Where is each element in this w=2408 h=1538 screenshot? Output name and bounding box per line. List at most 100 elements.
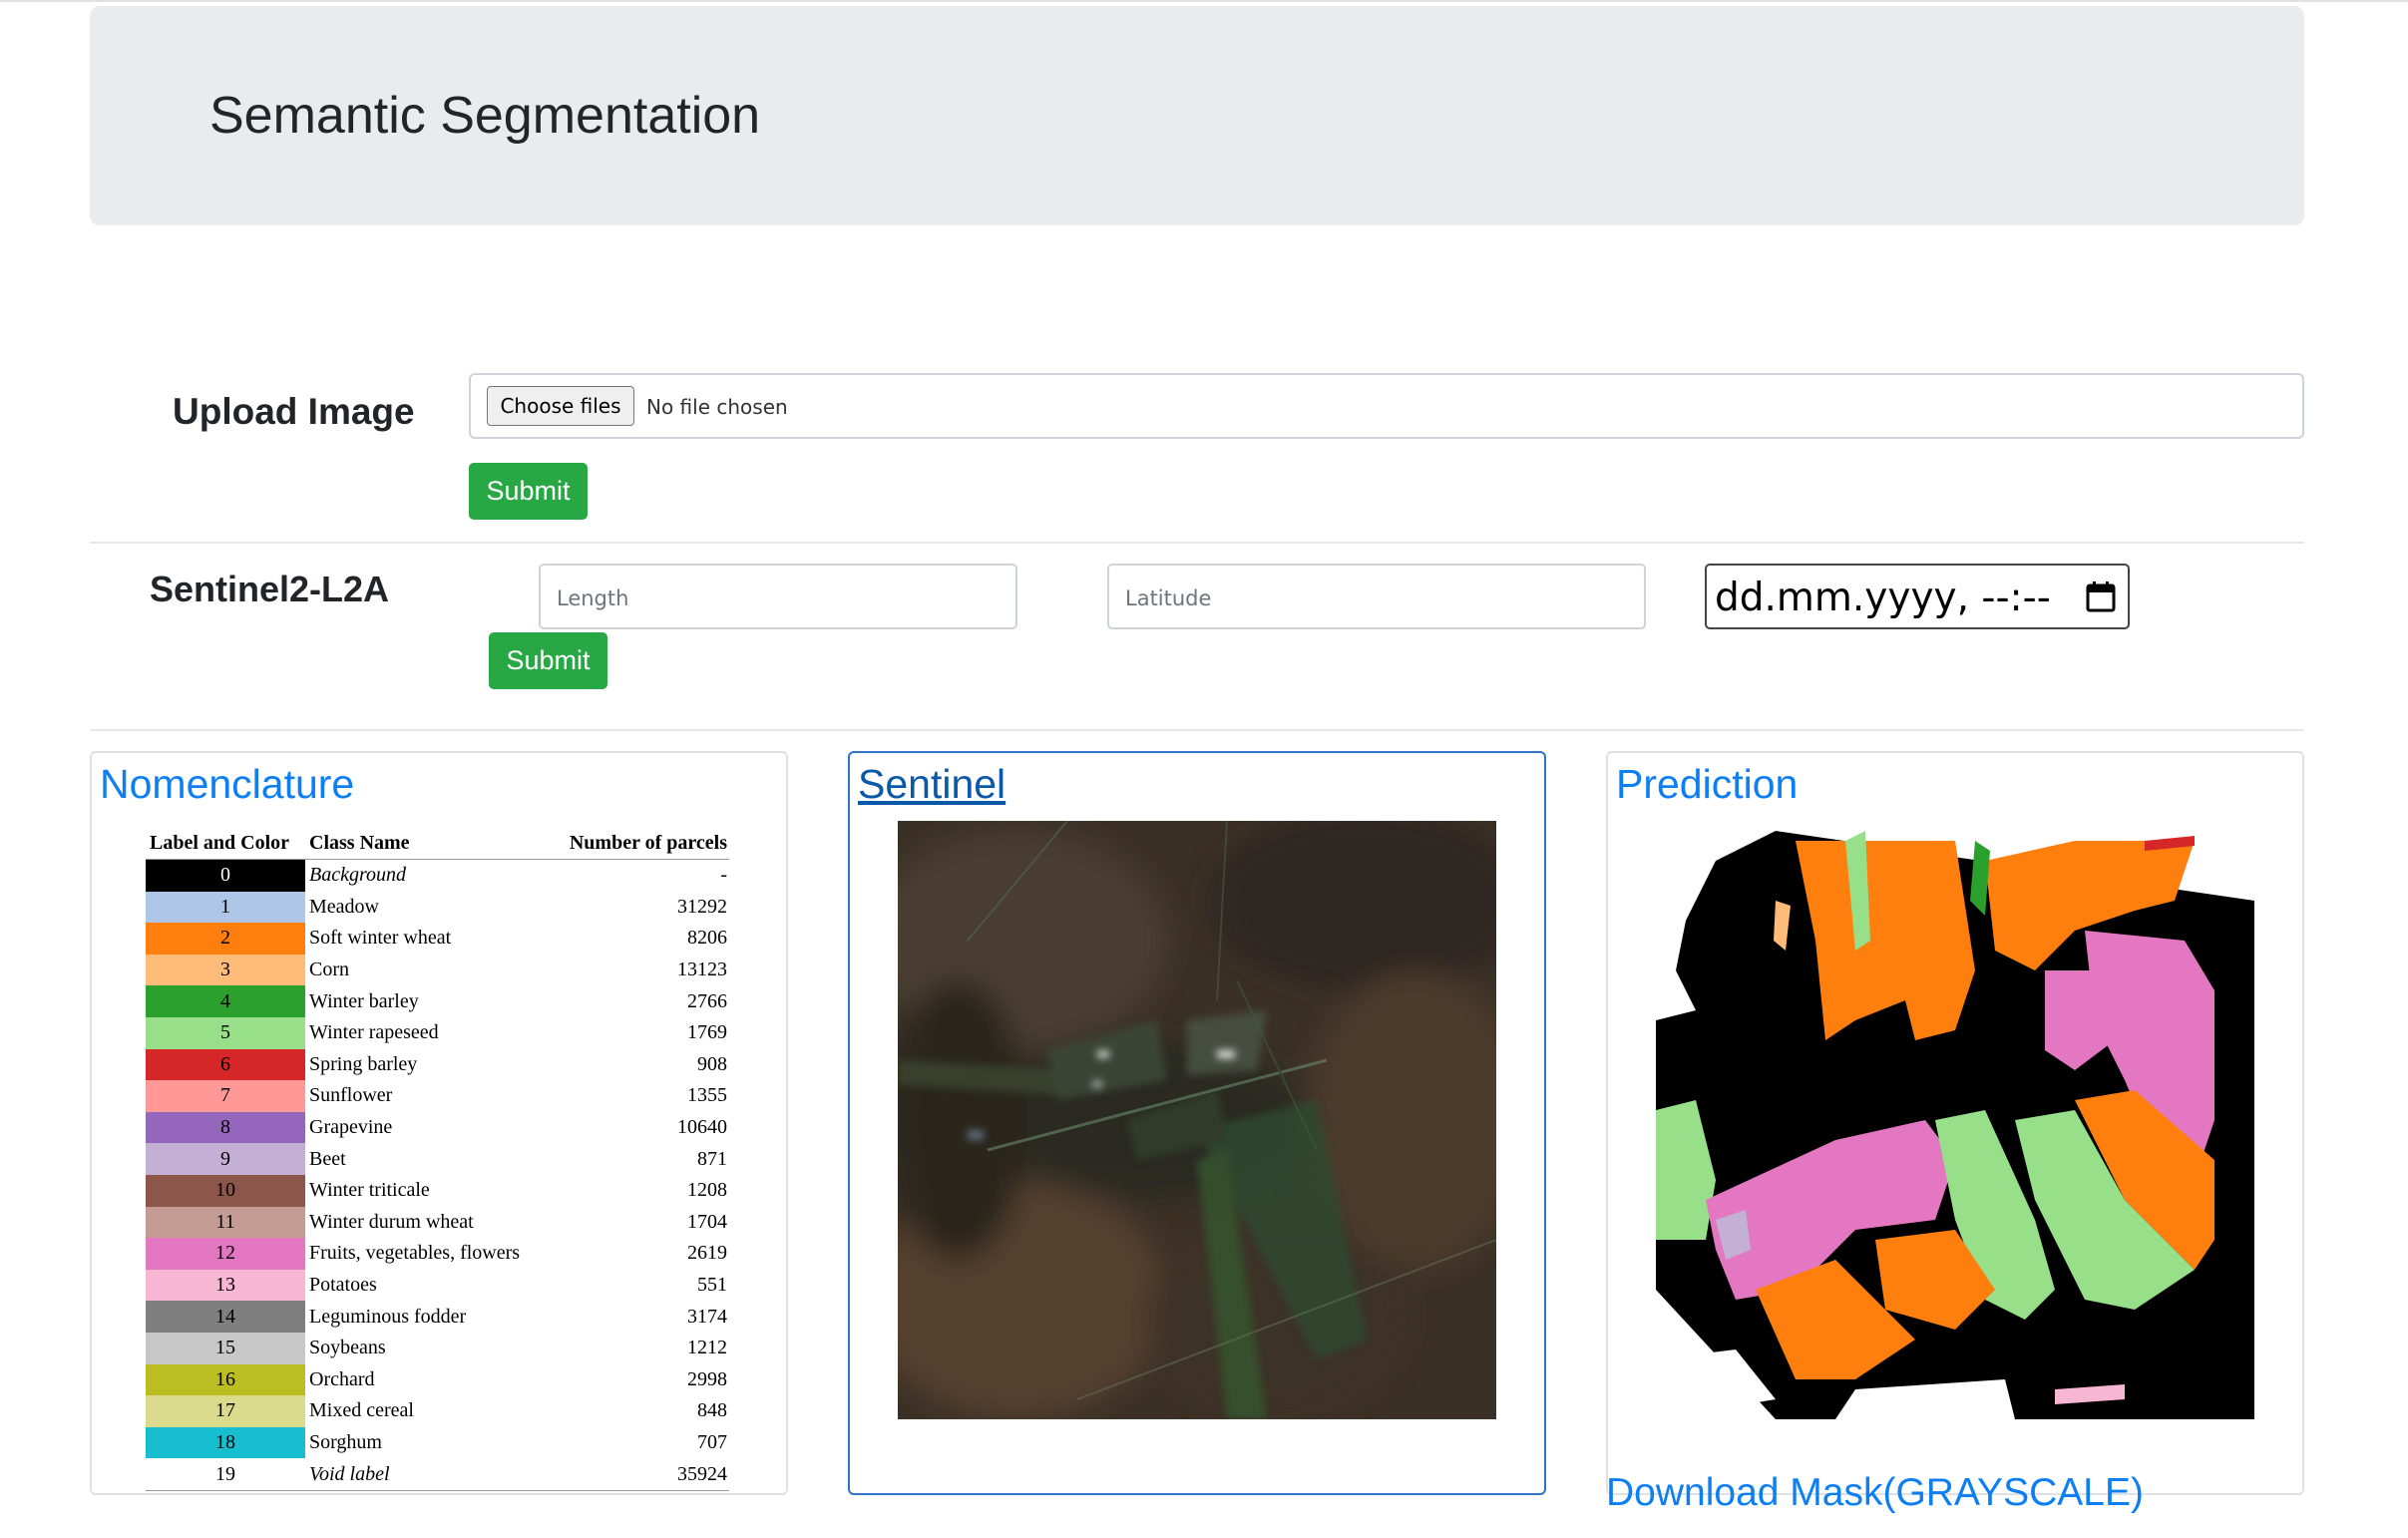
table-row: 12 Fruits, vegetables, flowers 2619 xyxy=(146,1238,729,1270)
parcel-count-cell: 1769 xyxy=(687,1021,727,1044)
label-color-swatch: 17 xyxy=(146,1395,305,1427)
length-input[interactable]: Length xyxy=(539,564,1017,629)
class-name-cell: Winter rapeseed xyxy=(309,1021,439,1044)
sentinel-submit-button[interactable]: Submit xyxy=(489,632,607,689)
upload-image-label: Upload Image xyxy=(173,391,415,432)
choose-files-button[interactable]: Choose files xyxy=(487,386,634,426)
sentinel-satellite-image xyxy=(898,821,1496,1419)
divider xyxy=(90,542,2304,544)
label-color-swatch: 12 xyxy=(146,1238,305,1270)
parcel-count-cell: 31292 xyxy=(677,895,727,918)
class-name-cell: Soft winter wheat xyxy=(309,927,452,950)
column-header: Class Name xyxy=(305,829,547,860)
class-name-cell: Corn xyxy=(309,959,349,981)
upload-submit-button[interactable]: Submit xyxy=(469,463,588,520)
nomenclature-card: Nomenclature Label and Color Class Name … xyxy=(90,751,788,1495)
class-name-cell: Winter barley xyxy=(309,989,419,1012)
label-color-swatch: 8 xyxy=(146,1111,305,1144)
class-name-cell: Sorghum xyxy=(309,1430,382,1453)
label-color-swatch: 9 xyxy=(146,1143,305,1175)
label-color-swatch: 14 xyxy=(146,1301,305,1333)
table-row: 11 Winter durum wheat 1704 xyxy=(146,1206,729,1239)
parcel-count-cell: 1355 xyxy=(687,1084,727,1107)
parcel-count-cell: 848 xyxy=(697,1399,727,1422)
parcel-count-cell: 871 xyxy=(697,1147,727,1170)
label-color-swatch: 1 xyxy=(146,891,305,924)
label-color-swatch: 5 xyxy=(146,1016,305,1049)
prediction-title: Prediction xyxy=(1616,761,1799,807)
sentinel-label: Sentinel2-L2A xyxy=(150,569,390,609)
nomenclature-title: Nomenclature xyxy=(100,761,355,807)
table-row: 9 Beet 871 xyxy=(146,1143,729,1175)
class-name-cell: Winter triticale xyxy=(309,1179,430,1202)
label-color-swatch: 13 xyxy=(146,1269,305,1302)
parcel-count-cell: 908 xyxy=(697,1052,727,1075)
label-color-swatch: 18 xyxy=(146,1426,305,1459)
table-row: 8 Grapevine 10640 xyxy=(146,1111,729,1144)
parcel-count-cell: 1208 xyxy=(687,1179,727,1202)
header-jumbotron: Semantic Segmentation xyxy=(90,6,2304,225)
class-name-cell: Orchard xyxy=(309,1367,375,1390)
table-row: 2 Soft winter wheat 8206 xyxy=(146,923,729,955)
parcel-count-cell: 10640 xyxy=(677,1116,727,1139)
table-row: 1 Meadow 31292 xyxy=(146,891,729,924)
parcel-count-cell: 2619 xyxy=(687,1242,727,1265)
calendar-icon[interactable] xyxy=(2086,580,2116,612)
table-header-row: Label and Color Class Name Number of par… xyxy=(146,829,729,860)
label-color-swatch: 16 xyxy=(146,1363,305,1396)
prediction-card: Prediction xyxy=(1606,751,2304,1495)
table-row: 7 Sunflower 1355 xyxy=(146,1080,729,1112)
file-input[interactable]: Choose files No file chosen xyxy=(469,373,2304,439)
label-color-swatch: 2 xyxy=(146,923,305,955)
label-color-swatch: 19 xyxy=(146,1458,305,1491)
label-color-swatch: 7 xyxy=(146,1080,305,1112)
table-row: 16 Orchard 2998 xyxy=(146,1363,729,1396)
class-name-cell: Void label xyxy=(305,1458,547,1491)
datetime-input[interactable]: dd.mm.yyyy, --:-- xyxy=(1705,564,2130,629)
label-color-swatch: 10 xyxy=(146,1174,305,1207)
parcel-count-cell: 2998 xyxy=(687,1367,727,1390)
class-name-cell: Leguminous fodder xyxy=(309,1305,467,1328)
datetime-value: dd.mm.yyyy, --:-- xyxy=(1715,576,2051,620)
column-header: Number of parcels xyxy=(546,829,729,860)
label-color-swatch: 15 xyxy=(146,1332,305,1364)
parcel-count-cell: 1704 xyxy=(687,1210,727,1233)
sentinel-card: Sentinel xyxy=(848,751,1546,1495)
table-row: 4 Winter barley 2766 xyxy=(146,985,729,1017)
parcel-count-cell: 8206 xyxy=(687,927,727,950)
length-placeholder: Length xyxy=(557,586,629,610)
parcel-count-cell: 551 xyxy=(697,1274,727,1297)
label-color-swatch: 0 xyxy=(146,859,305,892)
parcel-count-cell: 35924 xyxy=(546,1458,729,1491)
class-name-cell: Background xyxy=(309,864,407,887)
table-row: 3 Corn 13123 xyxy=(146,954,729,986)
latitude-placeholder: Latitude xyxy=(1125,586,1212,610)
class-name-cell: Sunflower xyxy=(309,1084,393,1107)
table-row: 18 Sorghum 707 xyxy=(146,1426,729,1459)
latitude-input[interactable]: Latitude xyxy=(1107,564,1646,629)
table-row: 13 Potatoes 551 xyxy=(146,1269,729,1302)
parcel-count-cell: - xyxy=(720,864,727,887)
class-name-cell: Winter durum wheat xyxy=(309,1210,474,1233)
class-name-cell: Grapevine xyxy=(309,1116,393,1139)
table-row: 6 Spring barley 908 xyxy=(146,1048,729,1081)
parcel-count-cell: 3174 xyxy=(687,1305,727,1328)
prediction-mask-image xyxy=(1656,821,2254,1419)
sentinel-title-link[interactable]: Sentinel xyxy=(858,761,1005,808)
column-header: Label and Color xyxy=(146,829,305,860)
page-title: Semantic Segmentation xyxy=(209,87,761,145)
file-status-text: No file chosen xyxy=(646,395,788,419)
table-row: 10 Winter triticale 1208 xyxy=(146,1174,729,1207)
divider xyxy=(90,729,2304,731)
table-row: 0 Background - xyxy=(146,859,729,892)
label-color-swatch: 4 xyxy=(146,985,305,1017)
class-name-cell: Mixed cereal xyxy=(309,1399,414,1422)
download-mask-link[interactable]: Download Mask(GRAYSCALE) xyxy=(1606,1471,2144,1515)
label-color-swatch: 3 xyxy=(146,954,305,986)
table-row: 17 Mixed cereal 848 xyxy=(146,1395,729,1427)
class-name-cell: Beet xyxy=(309,1147,346,1170)
class-name-cell: Potatoes xyxy=(309,1274,377,1297)
table-row: 19 Void label 35924 xyxy=(146,1458,729,1491)
class-name-cell: Fruits, vegetables, flowers xyxy=(309,1242,521,1265)
class-name-cell: Meadow xyxy=(309,895,379,918)
